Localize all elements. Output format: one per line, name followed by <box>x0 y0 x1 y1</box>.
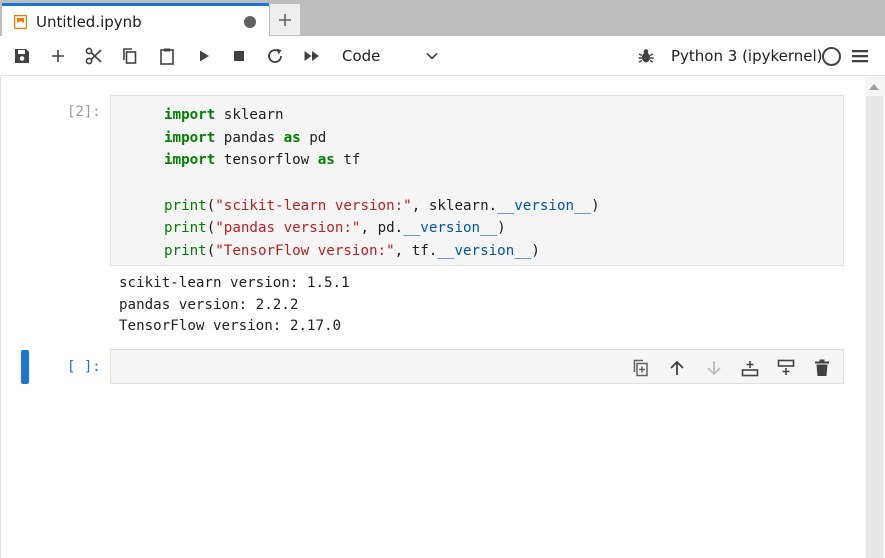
new-tab-button[interactable] <box>270 4 300 35</box>
code-token: ) <box>497 220 506 237</box>
trash-icon <box>815 359 829 376</box>
code-token: , tf. <box>394 243 438 260</box>
cut-button[interactable] <box>84 46 104 66</box>
delete-cell-button[interactable] <box>812 358 832 378</box>
code-line: print("pandas version:", pd.__version__) <box>164 217 600 240</box>
code-token: tensorflow <box>215 152 318 169</box>
code-token: pandas <box>215 129 284 146</box>
plus-icon <box>279 13 291 26</box>
save-button[interactable] <box>12 46 32 66</box>
code-line: print("scikit-learn version:", sklearn._… <box>164 195 600 218</box>
code-token: as <box>317 152 335 169</box>
code-token: __version__ <box>403 220 498 237</box>
hamburger-menu-icon <box>852 50 868 63</box>
output-line: scikit-learn version: 1.5.1 <box>119 275 350 291</box>
plus-icon <box>52 50 64 62</box>
tab-title: Untitled.ipynb <box>36 13 142 31</box>
code-line: print("TensorFlow version:", tf.__versio… <box>164 240 600 263</box>
menu-button[interactable] <box>850 46 870 66</box>
code-text[interactable]: import sklearn import pandas as pd import … <box>164 104 600 263</box>
notebook-icon <box>14 15 27 29</box>
code-token: import <box>164 152 216 169</box>
code-line: import tensorflow as tf <box>164 149 600 172</box>
code-token: print <box>164 197 207 214</box>
insert-below-icon <box>777 359 795 375</box>
cell-type-select[interactable]: Code <box>342 47 380 65</box>
paste-button[interactable] <box>157 46 177 66</box>
code-token: import <box>164 129 216 146</box>
code-token: ) <box>591 197 600 214</box>
fast-forward-icon <box>304 51 319 61</box>
move-cell-down-button[interactable] <box>704 358 724 378</box>
code-token: ) <box>531 243 540 260</box>
stop-icon <box>234 51 244 61</box>
unsaved-indicator-icon[interactable] <box>244 16 256 28</box>
code-token: pd <box>300 129 327 146</box>
kernel-name[interactable]: Python 3 (ipykernel) <box>671 47 823 65</box>
output-line: TensorFlow version: 2.17.0 <box>119 318 342 334</box>
arrow-down-icon <box>707 361 721 376</box>
restart-run-all-button[interactable] <box>302 46 322 66</box>
scissors-icon <box>85 47 102 65</box>
code-token: print <box>164 243 207 260</box>
code-token: ( <box>206 197 216 214</box>
move-cell-up-button[interactable] <box>667 358 687 378</box>
code-cell-editor[interactable]: import sklearn import pandas as pd import … <box>110 95 844 266</box>
code-token: print <box>164 220 207 237</box>
run-cell-button[interactable] <box>194 46 214 66</box>
code-token: tf <box>334 152 361 169</box>
notebook-tab[interactable]: Untitled.ipynb <box>2 3 269 36</box>
output-line: pandas version: 2.2.2 <box>119 296 299 313</box>
tab-bar: Untitled.ipynb <box>0 0 885 36</box>
code-line: import pandas as pd <box>164 127 600 150</box>
chevron-down-icon[interactable] <box>424 48 440 64</box>
input-prompt-empty: [ ]: <box>67 359 101 375</box>
code-token: "TensorFlow version:" <box>215 243 395 260</box>
debugger-button[interactable] <box>636 46 656 66</box>
play-icon <box>200 50 209 62</box>
arrow-up-icon <box>670 360 684 375</box>
scrollbar-thumb[interactable] <box>866 96 883 558</box>
bug-icon <box>638 49 654 63</box>
empty-code-cell[interactable] <box>110 349 844 384</box>
insert-above-icon <box>741 361 759 377</box>
copy-icon <box>123 48 137 64</box>
active-cell-indicator[interactable] <box>21 350 29 384</box>
code-token: as <box>283 129 301 146</box>
code-token: ( <box>206 243 216 260</box>
code-token: , sklearn. <box>411 197 498 214</box>
code-token: sklearn <box>215 107 284 123</box>
code-token: __version__ <box>497 197 592 214</box>
code-token: __version__ <box>437 243 532 260</box>
code-token: "pandas version:" <box>215 220 361 237</box>
insert-cell-above-button[interactable] <box>740 358 760 378</box>
duplicate-icon <box>633 359 648 377</box>
insert-cell-button[interactable] <box>48 46 68 66</box>
insert-cell-below-button[interactable] <box>776 358 796 378</box>
code-token: "scikit-learn version:" <box>215 197 412 214</box>
input-prompt: [2]: <box>67 104 101 120</box>
notebook-toolbar: Code Python 3 (ipykernel) <box>0 36 885 76</box>
code-line: import sklearn <box>164 104 600 127</box>
interrupt-kernel-button[interactable] <box>229 46 249 66</box>
clipboard-icon <box>160 48 174 65</box>
code-token: , pd. <box>360 220 404 237</box>
save-icon <box>15 49 29 63</box>
code-token: ( <box>206 220 216 237</box>
kernel-status-icon <box>822 47 841 66</box>
duplicate-cell-button[interactable] <box>631 358 651 378</box>
code-token: import <box>164 107 216 123</box>
refresh-icon <box>268 48 282 63</box>
scroll-up-arrow-icon[interactable] <box>869 84 879 90</box>
restart-kernel-button[interactable] <box>265 46 285 66</box>
cell-output: scikit-learn version: 1.5.1 pandas versio… <box>119 273 350 338</box>
copy-button[interactable] <box>120 46 140 66</box>
